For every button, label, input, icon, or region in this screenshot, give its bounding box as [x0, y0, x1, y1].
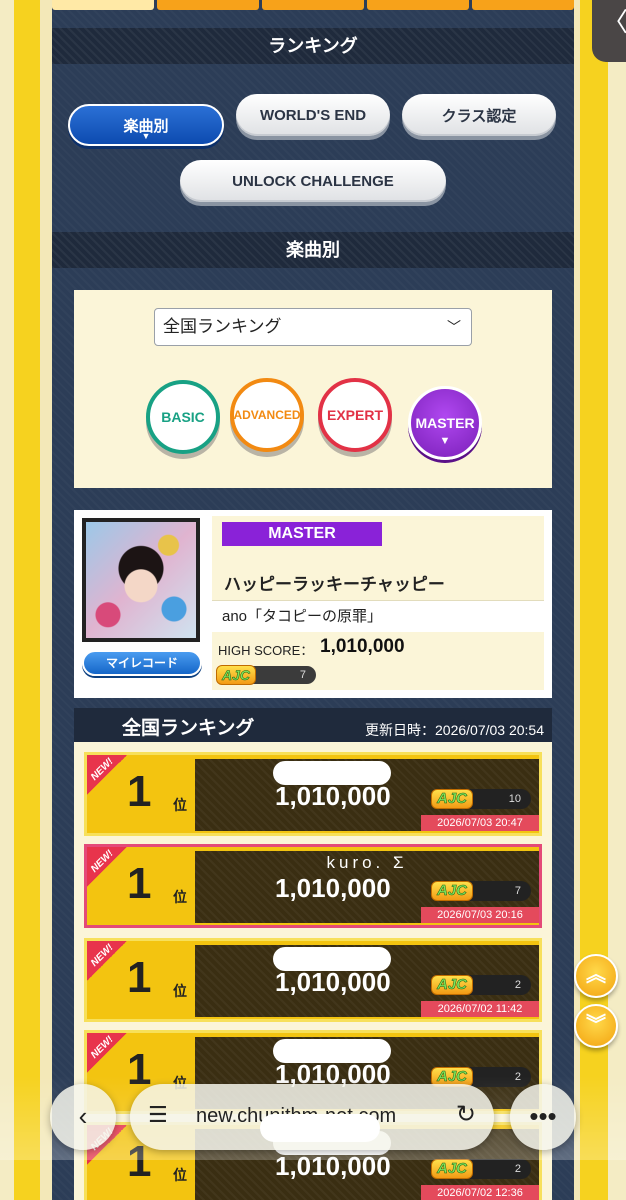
new-label: NEW! [89, 942, 116, 969]
rank-date: 2026/07/02 11:42 [421, 1001, 539, 1017]
clear-lamp: AJC 7 [431, 881, 531, 901]
ajc-badge: AJC [431, 1159, 474, 1179]
left-frame [0, 0, 52, 1200]
rank-number: 1 [127, 859, 152, 908]
rank-date: 2026/07/02 12:36 [421, 1185, 539, 1200]
ajc-badge: AJC [431, 789, 474, 809]
top-tab[interactable] [472, 0, 574, 10]
rank-score: 1,010,000 [275, 873, 391, 903]
ajc-badge: AJC [216, 665, 257, 685]
by-song-button[interactable]: 楽曲別 ▼ [68, 104, 224, 146]
ajc-count: 2 [514, 979, 521, 991]
browser-back-button[interactable]: ‹ [50, 1084, 116, 1150]
high-score-label: HIGH SCORE： [218, 643, 314, 658]
rank-suffix: 位 [173, 797, 187, 813]
my-record-button[interactable]: マイレコード [82, 650, 202, 676]
clear-lamp: AJC 2 [431, 1159, 531, 1179]
ajc-count: 7 [299, 669, 306, 681]
ajc-badge: AJC [431, 881, 474, 901]
ranking-row: NEW! 1 位 1,010,000 AJC 10 2026/07/03 20:… [84, 752, 542, 836]
filter-panel: 全国ランキング ﹀ BASIC ADVANCED EXPERT MASTER ▼ [74, 290, 552, 488]
new-label: NEW! [89, 756, 116, 783]
class-certification-button[interactable]: クラス認定 [402, 94, 556, 136]
rank-details: kuro. Σ 1,010,000 AJC 7 2026/07/03 20:16 [195, 851, 539, 923]
by-song-header: 楽曲別 [52, 232, 574, 268]
song-info: MASTER ハッピーラッキーチャッピー ano「タコピーの原罪」 [212, 516, 544, 628]
rank-suffix: 位 [173, 983, 187, 999]
new-label: NEW! [89, 848, 116, 875]
ajc-count: 2 [514, 1163, 521, 1175]
player-name: kuro. Σ [326, 853, 408, 872]
browser-more-button[interactable]: ••• [510, 1084, 576, 1150]
rank-suffix: 位 [173, 889, 187, 905]
rank-number: 1 [127, 767, 152, 816]
top-tab[interactable] [52, 0, 154, 10]
ranking-type-select[interactable]: 全国ランキング ﹀ [154, 308, 472, 346]
rank-date: 2026/07/03 20:16 [421, 907, 539, 923]
ajc-count: 10 [508, 793, 521, 805]
double-chevron-up-icon: ︽ [586, 964, 606, 986]
high-score-value: 1,010,000 [320, 636, 405, 657]
chevron-down-icon: ﹀ [447, 319, 461, 335]
song-artist: ano「タコピーの原罪」 [222, 608, 383, 625]
new-badge: NEW! [87, 941, 127, 981]
advanced-difficulty-button[interactable]: ADVANCED [230, 378, 304, 452]
caret-down-icon: ▼ [439, 435, 451, 447]
more-dots-icon: ••• [529, 1101, 557, 1131]
expert-difficulty-button[interactable]: EXPERT [318, 378, 392, 452]
rank-score: 1,010,000 [275, 781, 391, 811]
back-gesture-tab[interactable]: 〈 [592, 0, 626, 62]
reload-icon[interactable]: ↻ [456, 1100, 476, 1129]
scroll-bottom-button[interactable]: ︾ [574, 1004, 618, 1048]
ranking-type-value: 全国ランキング [163, 317, 282, 336]
new-badge: NEW! [87, 1033, 127, 1073]
caret-down-icon: ▼ [141, 131, 151, 141]
address-bar[interactable]: ☰ new.chunithm-net.com ↻ [130, 1084, 494, 1150]
high-score-row: HIGH SCORE： 1,010,000 AJC 7 [212, 632, 544, 690]
scroll-top-button[interactable]: ︽ [574, 954, 618, 998]
unlock-challenge-button[interactable]: UNLOCK CHALLENGE [180, 160, 446, 202]
rank-date: 2026/07/03 20:47 [421, 815, 539, 831]
rank-details: 1,010,000 AJC 10 2026/07/03 20:47 [195, 759, 539, 831]
top-tab[interactable] [157, 0, 259, 10]
main-content: ランキング 楽曲別 ▼ WORLD'S END クラス認定 UNLOCK CHA… [52, 0, 574, 1200]
double-chevron-down-icon: ︾ [586, 1014, 606, 1036]
top-tab[interactable] [262, 0, 364, 10]
chevron-left-icon: 〈 [602, 7, 626, 37]
ranking-row: NEW! 1 位 1,010,000 AJC 2 2026/07/02 11:4… [84, 938, 542, 1022]
rank-suffix: 位 [173, 1167, 187, 1183]
clear-lamp: AJC 7 [216, 665, 316, 685]
rank-details: 1,010,000 AJC 2 2026/07/02 11:42 [195, 945, 539, 1017]
chevron-left-icon: ‹ [78, 1101, 88, 1131]
ranking-updated: 更新日時：2026/07/03 20:54 [365, 722, 544, 738]
basic-difficulty-button[interactable]: BASIC [146, 380, 220, 454]
master-label: MASTER [415, 415, 475, 431]
ranking-title: 全国ランキング [122, 718, 255, 739]
ajc-badge: AJC [431, 975, 474, 995]
page-menu-icon[interactable]: ☰ [148, 1102, 168, 1128]
song-panel: マイレコード MASTER ハッピーラッキーチャッピー ano「タコピーの原罪」… [74, 510, 552, 698]
clear-lamp: AJC 10 [431, 789, 531, 809]
difficulty-badge: MASTER [222, 522, 382, 546]
song-title: ハッピーラッキーチャッピー [224, 575, 445, 594]
top-tab[interactable] [367, 0, 469, 10]
rank-score: 1,010,000 [275, 967, 391, 997]
master-difficulty-button[interactable]: MASTER ▼ [408, 386, 482, 460]
clear-lamp: AJC 2 [431, 975, 531, 995]
ranking-header-bar: 全国ランキング 更新日時：2026/07/03 20:54 [74, 708, 552, 742]
new-badge: NEW! [87, 755, 127, 795]
new-label: NEW! [89, 1034, 116, 1061]
rank-number: 1 [127, 953, 152, 1002]
jacket-art [86, 522, 196, 638]
new-badge: NEW! [87, 847, 127, 887]
song-jacket [82, 518, 200, 642]
ajc-count: 7 [514, 885, 521, 897]
ranking-header: ランキング [52, 28, 574, 64]
redaction-mark [260, 1114, 380, 1142]
worlds-end-button[interactable]: WORLD'S END [236, 94, 390, 136]
ranking-row-self: NEW! 1 位 kuro. Σ 1,010,000 AJC 7 2026/07… [84, 844, 542, 928]
top-tab-strip [52, 0, 574, 10]
artist-row: ano「タコピーの原罪」 [212, 600, 544, 628]
